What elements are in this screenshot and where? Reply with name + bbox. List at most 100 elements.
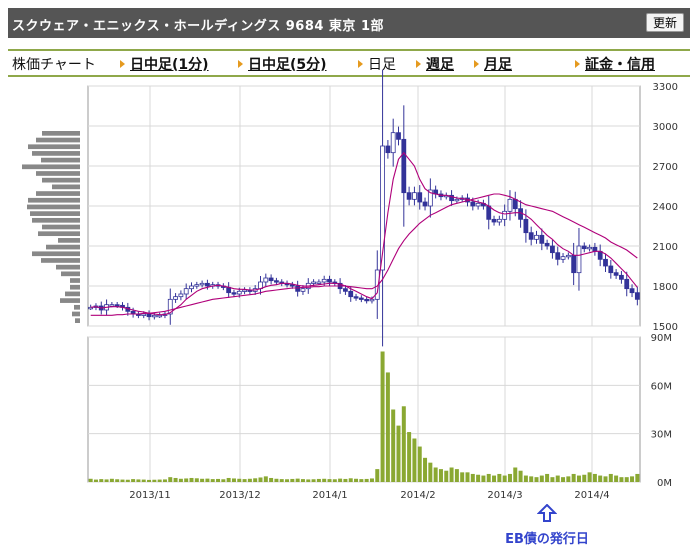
volume-bar	[242, 479, 247, 482]
candle-body	[539, 234, 545, 244]
volume-bar	[428, 462, 433, 482]
volume-bar	[237, 478, 242, 482]
candle-body	[151, 314, 157, 318]
candle-body	[189, 285, 194, 290]
candle-body	[114, 304, 120, 307]
candle-body	[236, 290, 242, 295]
volume-bar	[555, 475, 560, 482]
candle-body	[518, 208, 523, 220]
candle-body	[544, 242, 550, 247]
candle-body	[268, 277, 274, 282]
x-tick-label: 2013/12	[219, 490, 261, 501]
volume-tick-label: 30M	[651, 430, 672, 441]
x-tick-label: 2013/11	[129, 490, 171, 501]
volume-bar	[93, 479, 98, 482]
candle-body	[348, 290, 354, 298]
volume-bar	[178, 478, 183, 482]
volume-bar	[136, 479, 141, 482]
volume-tick-label: 0M	[657, 478, 672, 489]
up-arrow-icon	[536, 503, 558, 522]
volume-bar	[407, 432, 412, 482]
volume-profile-bar	[36, 171, 80, 176]
x-tick-label: 2014/2	[400, 490, 435, 501]
volume-bar	[513, 467, 518, 482]
volume-bar	[290, 478, 295, 482]
volume-bar	[210, 479, 215, 482]
volume-bar	[481, 475, 486, 482]
candle-body	[316, 281, 322, 284]
candle-body	[555, 252, 561, 260]
eb-issue-annotation: EB債の発行日	[492, 503, 602, 547]
volume-bar	[131, 479, 136, 482]
candle-body	[274, 280, 279, 283]
candle-body	[343, 288, 348, 292]
candle-body	[565, 254, 571, 258]
volume-bar	[274, 478, 279, 482]
volume-bar	[423, 457, 428, 482]
volume-bar	[285, 479, 290, 482]
candle-body	[311, 281, 316, 284]
candle-body	[619, 274, 624, 280]
volume-bar	[306, 479, 311, 482]
volume-bar	[173, 477, 178, 482]
volume-bar	[125, 479, 130, 482]
candle-body	[603, 258, 608, 267]
x-tick-label: 2014/1	[312, 490, 347, 501]
volume-bar	[194, 478, 199, 482]
candle-body	[528, 232, 534, 240]
candle-body	[157, 314, 163, 318]
volume-profile-bar	[60, 298, 80, 303]
volume-bar	[327, 479, 332, 482]
volume-profile-bar	[38, 231, 80, 237]
volume-bar	[205, 478, 210, 482]
candle-body	[141, 313, 147, 316]
volume-bar	[311, 479, 316, 482]
volume-bar	[582, 474, 587, 482]
candle-body	[608, 265, 614, 274]
candle-body	[406, 192, 412, 200]
volume-profile-bar	[61, 271, 80, 277]
volume-bar	[184, 478, 189, 482]
volume-panel	[87, 336, 641, 483]
volume-profile-bar	[32, 217, 80, 223]
volume-profile-bar	[46, 244, 80, 250]
candle-body	[321, 278, 327, 283]
volume-bar	[375, 469, 380, 482]
volume-bar	[99, 479, 104, 482]
volume-bar	[152, 479, 157, 482]
volume-bar	[332, 479, 337, 482]
volume-bar	[162, 479, 167, 482]
volume-profile-bar	[32, 251, 80, 257]
volume-bar	[608, 473, 613, 482]
volume-bar	[603, 476, 608, 482]
candle-body	[475, 202, 481, 207]
volume-bar	[465, 472, 470, 482]
volume-bar	[460, 472, 465, 482]
x-tick-label: 2014/4	[574, 490, 609, 501]
price-tick-label: 2700	[653, 162, 678, 173]
volume-bar	[380, 351, 385, 482]
volume-bar	[539, 475, 544, 482]
volume-bar	[348, 478, 353, 482]
volume-bar	[476, 474, 481, 482]
volume-bar	[168, 477, 173, 482]
volume-profile-bar	[32, 151, 80, 156]
candle-body	[576, 245, 582, 274]
volume-bar	[104, 479, 109, 482]
volume-bar	[258, 477, 263, 482]
candle-body	[412, 192, 417, 200]
volume-bar	[438, 469, 443, 482]
volume-bar	[109, 478, 114, 482]
candle-body	[364, 298, 370, 302]
candle-body	[486, 205, 492, 220]
price-tick-label: 1500	[653, 322, 678, 333]
candle-body	[496, 218, 502, 223]
volume-bar	[300, 479, 305, 482]
volume-profile-bar	[27, 204, 80, 210]
volume-bar	[550, 477, 555, 482]
volume-bar	[200, 478, 205, 482]
candle-body	[454, 198, 460, 202]
candle-body	[358, 297, 364, 300]
volume-bar	[592, 473, 597, 482]
volume-profile-bar	[75, 318, 80, 323]
